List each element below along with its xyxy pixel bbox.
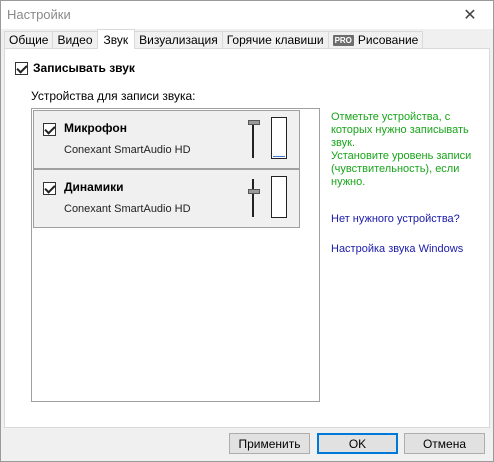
tab-label: Общие — [9, 33, 49, 47]
tab-label: Визуализация — [139, 33, 218, 47]
device-list: Микрофон Conexant SmartAudio HD Динамики… — [31, 108, 320, 402]
tab-video[interactable]: Видео — [52, 31, 98, 48]
device-name: Микрофон — [64, 121, 127, 135]
hint-text: Отметьте устройства, с которых нужно зап… — [331, 111, 472, 188]
cancel-button[interactable]: Отмена — [404, 433, 485, 454]
device-name: Динамики — [64, 180, 124, 194]
tab-hotkeys[interactable]: Горячие клавиши — [221, 31, 329, 48]
tab-sound[interactable]: Звук — [96, 29, 136, 49]
slider-track — [252, 179, 254, 217]
tab-label: Горячие клавиши — [226, 33, 324, 47]
close-icon: ✕ — [463, 7, 477, 24]
device-driver: Conexant SmartAudio HD — [64, 203, 191, 215]
device-driver: Conexant SmartAudio HD — [64, 144, 191, 156]
devices-heading: Устройства для записи звука: — [31, 89, 196, 103]
close-button[interactable]: ✕ — [447, 1, 493, 29]
level-meter — [271, 176, 287, 218]
record-sound-checkbox[interactable] — [15, 61, 28, 75]
apply-button[interactable]: Применить — [229, 433, 310, 454]
slider-thumb[interactable] — [248, 188, 260, 194]
tab-visualization[interactable]: Визуализация — [134, 31, 223, 48]
record-sound-label: Записывать звук — [33, 61, 135, 75]
missing-device-link[interactable]: Нет нужного устройства? — [331, 213, 460, 225]
device-checkbox[interactable] — [43, 182, 56, 195]
sound-panel: Записывать звук Устройства для записи зв… — [4, 48, 490, 428]
volume-slider[interactable] — [242, 116, 264, 162]
slider-thumb[interactable] — [248, 120, 260, 125]
device-item-microphone[interactable]: Микрофон Conexant SmartAudio HD — [33, 110, 300, 169]
tab-label: Звук — [103, 32, 129, 47]
tab-label: Видео — [57, 33, 93, 47]
level-meter-fill — [273, 156, 285, 157]
device-item-speakers[interactable]: Динамики Conexant SmartAudio HD — [33, 169, 300, 228]
level-meter — [271, 117, 287, 159]
pro-badge: PRO — [332, 34, 354, 46]
device-checkbox[interactable] — [43, 123, 56, 136]
slider-track — [252, 120, 254, 158]
ok-button[interactable]: OK — [317, 433, 398, 454]
tab-label: Рисование — [357, 33, 419, 47]
window-title: Настройки — [7, 7, 71, 22]
volume-slider[interactable] — [242, 175, 264, 221]
tab-drawing[interactable]: PRO Рисование — [327, 31, 424, 48]
record-sound-option[interactable]: Записывать звук — [15, 61, 135, 75]
windows-sound-settings-link[interactable]: Настройка звука Windows — [331, 243, 463, 255]
tab-general[interactable]: Общие — [4, 31, 54, 48]
tab-bar: Общие Видео Звук Визуализация Горячие кл… — [4, 29, 424, 49]
title-bar: Настройки ✕ — [1, 1, 493, 29]
settings-window: Настройки ✕ Общие Видео Звук Визуализаци… — [0, 0, 494, 462]
